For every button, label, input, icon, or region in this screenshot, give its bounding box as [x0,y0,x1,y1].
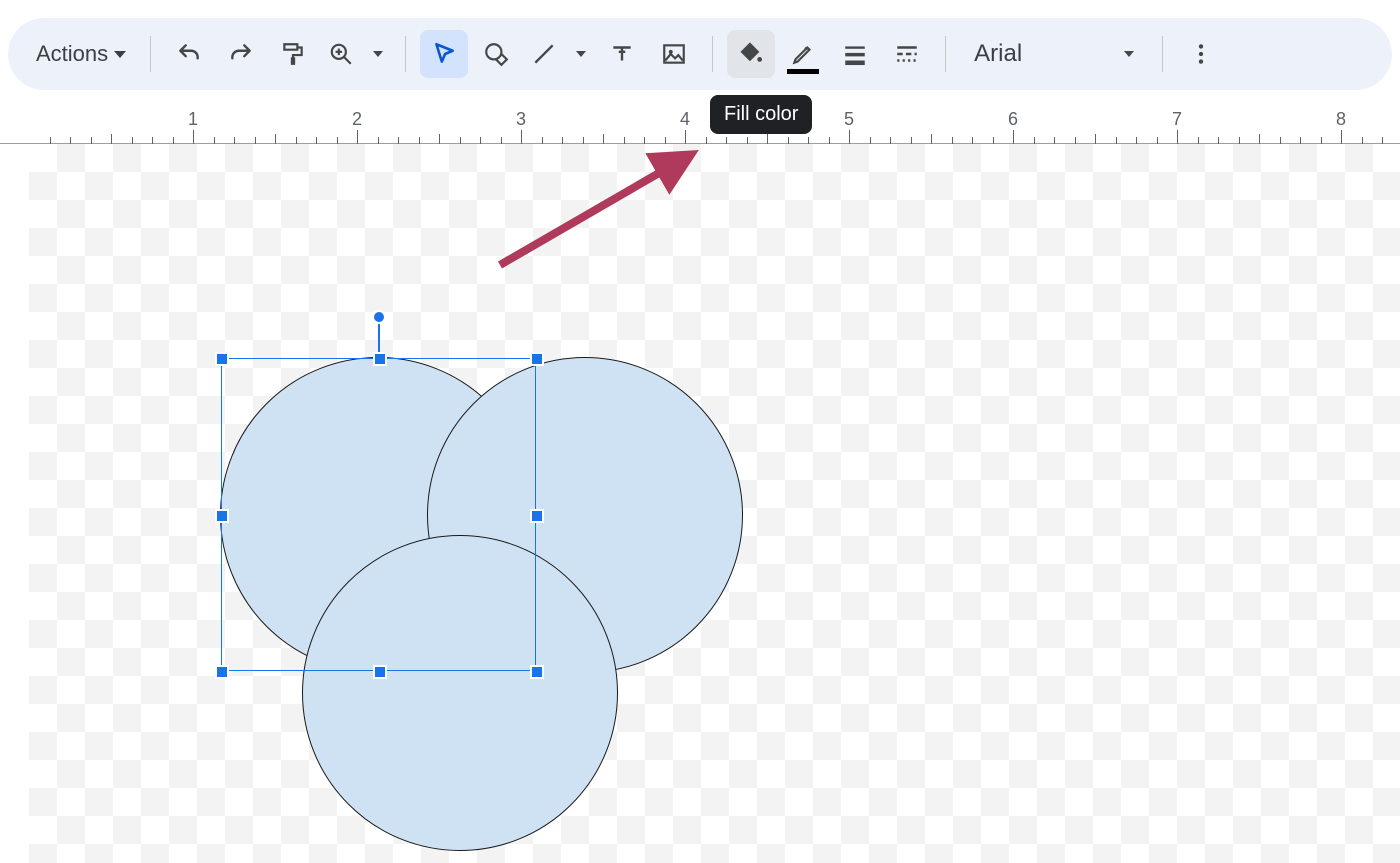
resize-handle[interactable] [373,352,387,366]
line-dropdown[interactable] [568,30,594,78]
fill-color-tooltip: Fill color [710,95,812,134]
caret-down-icon [576,51,586,57]
ruler-label: 3 [516,109,526,130]
resize-handle[interactable] [215,509,229,523]
cursor-icon [431,41,457,67]
separator [1162,36,1163,72]
caret-down-icon [373,51,383,57]
border-weight-button[interactable] [831,30,879,78]
font-name-label: Arial [974,40,1022,68]
resize-handle[interactable] [530,665,544,679]
actions-label: Actions [36,41,108,67]
paint-bucket-icon [738,41,764,67]
zoom-dropdown[interactable] [365,30,391,78]
zoom-icon [328,41,354,67]
paint-format-button[interactable] [269,30,317,78]
image-icon [661,41,687,67]
shape-icon [483,41,509,67]
line-tool-button[interactable] [524,30,564,78]
ruler-label: 4 [680,109,690,130]
ruler-label: 2 [352,109,362,130]
selection-outline[interactable] [221,358,536,671]
horizontal-ruler: 1 2 3 4 5 6 7 8 [0,104,1400,144]
redo-icon [228,41,254,67]
resize-handle[interactable] [373,665,387,679]
undo-icon [176,41,202,67]
text-box-icon [609,41,635,67]
undo-button[interactable] [165,30,213,78]
ruler-label: 8 [1336,109,1346,130]
ruler-label: 7 [1172,109,1182,130]
border-dash-button[interactable] [883,30,931,78]
border-color-swatch [787,69,819,74]
pencil-icon [790,41,816,67]
redo-button[interactable] [217,30,265,78]
line-dash-icon [894,41,920,67]
separator [945,36,946,72]
rotation-handle[interactable] [372,310,386,324]
fill-color-button[interactable] [727,30,775,78]
more-vert-icon [1188,41,1214,67]
caret-down-icon [1124,51,1134,57]
resize-handle[interactable] [530,352,544,366]
color-group [727,30,931,78]
caret-down-icon [114,51,126,58]
image-button[interactable] [650,30,698,78]
separator [150,36,151,72]
ruler-label: 1 [188,109,198,130]
separator [405,36,406,72]
separator [712,36,713,72]
select-tool-button[interactable] [420,30,468,78]
more-options-button[interactable] [1177,30,1225,78]
resize-handle[interactable] [530,509,544,523]
textbox-button[interactable] [598,30,646,78]
history-group [165,30,391,78]
zoom-button[interactable] [321,30,361,78]
ruler-label: 6 [1008,109,1018,130]
actions-menu-button[interactable]: Actions [26,35,136,73]
resize-handle[interactable] [215,665,229,679]
font-family-dropdown[interactable]: Arial [960,32,1148,76]
line-icon [531,41,557,67]
toolbar: Actions [8,18,1392,90]
shape-tool-button[interactable] [472,30,520,78]
border-color-button[interactable] [779,30,827,78]
line-weight-icon [842,41,868,67]
ruler-label: 5 [844,109,854,130]
resize-handle[interactable] [215,352,229,366]
insert-group [420,30,698,78]
paint-roller-icon [280,41,306,67]
